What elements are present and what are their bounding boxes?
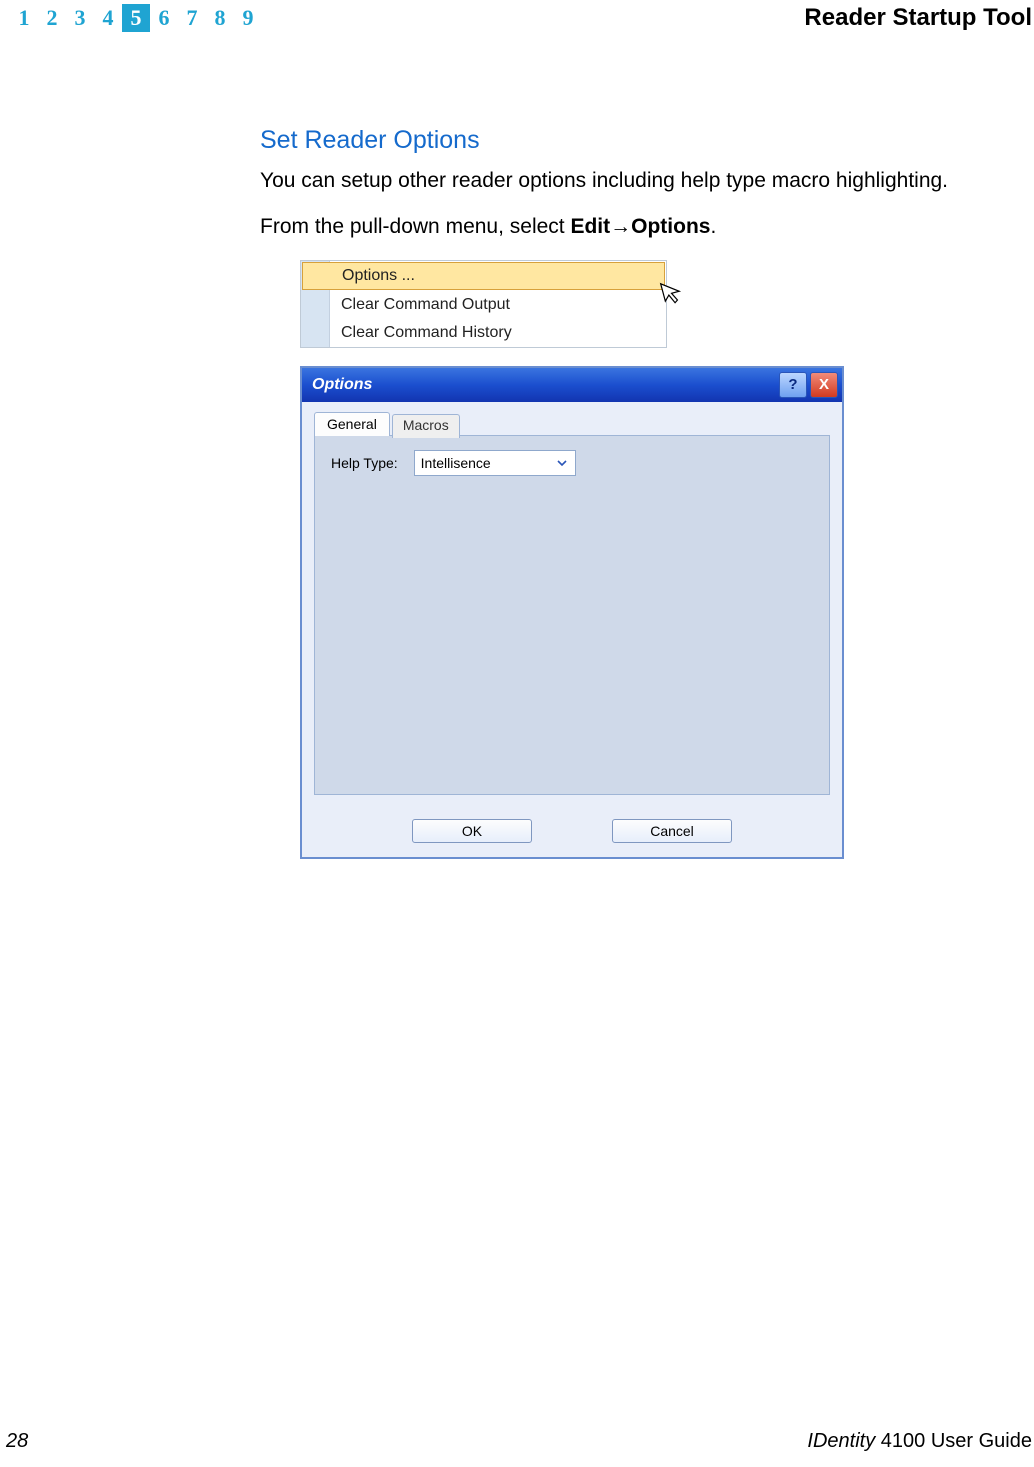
instruction-pre: From the pull-down menu, select: [260, 215, 570, 238]
chapter-link-6[interactable]: 6: [150, 4, 178, 32]
menu-item-clear-output[interactable]: Clear Command Output: [301, 291, 666, 319]
dialog-title: Options: [312, 376, 372, 394]
header-title: Reader Startup Tool: [804, 4, 1034, 32]
arrow-icon: →: [610, 215, 631, 238]
options-dialog: Options ? X General Macros Help Type: In…: [300, 366, 844, 859]
chapter-link-8[interactable]: 8: [206, 4, 234, 32]
intro-paragraph: You can setup other reader options inclu…: [260, 167, 1014, 195]
chevron-down-icon: [553, 454, 571, 472]
chapter-link-7[interactable]: 7: [178, 4, 206, 32]
dialog-tabs: General Macros: [314, 412, 830, 436]
guide-rest: 4100 User Guide: [875, 1430, 1032, 1452]
help-type-label: Help Type:: [331, 455, 398, 471]
instruction-post: .: [710, 215, 716, 238]
cancel-button[interactable]: Cancel: [612, 819, 732, 843]
titlebar-buttons: ? X: [779, 372, 838, 398]
chapter-link-1[interactable]: 1: [10, 4, 38, 32]
help-type-select[interactable]: Intellisence: [414, 450, 576, 476]
tab-macros[interactable]: Macros: [392, 414, 460, 438]
menu-item-options[interactable]: Options ...: [302, 262, 665, 290]
content-area: Set Reader Options You can setup other r…: [260, 126, 1014, 859]
titlebar-help-button[interactable]: ?: [779, 372, 807, 398]
chapter-link-4[interactable]: 4: [94, 4, 122, 32]
help-type-row: Help Type: Intellisence: [331, 450, 813, 476]
chapter-nav: 1 2 3 4 5 6 7 8 9: [10, 4, 262, 32]
instruction-paragraph: From the pull-down menu, select Edit→Opt…: [260, 213, 1014, 241]
page-header: 1 2 3 4 5 6 7 8 9 Reader Startup Tool: [0, 0, 1034, 36]
section-heading: Set Reader Options: [260, 126, 1014, 155]
chapter-link-2[interactable]: 2: [38, 4, 66, 32]
menu-item-clear-history[interactable]: Clear Command History: [301, 319, 666, 347]
page-number: 28: [6, 1430, 28, 1453]
chapter-link-5-active[interactable]: 5: [122, 4, 150, 32]
guide-title: IDentity 4100 User Guide: [807, 1430, 1032, 1453]
titlebar-close-button[interactable]: X: [810, 372, 838, 398]
ok-button[interactable]: OK: [412, 819, 532, 843]
tab-general[interactable]: General: [314, 412, 390, 436]
help-type-value: Intellisence: [421, 455, 491, 471]
tab-panel-general: Help Type: Intellisence: [314, 435, 830, 795]
chapter-link-3[interactable]: 3: [66, 4, 94, 32]
menu-options-label: Options: [631, 215, 710, 238]
dialog-titlebar: Options ? X: [302, 368, 842, 402]
dialog-body: General Macros Help Type: Intellisence: [302, 402, 842, 807]
page-footer: 28 IDentity 4100 User Guide: [0, 1430, 1034, 1453]
chapter-link-9[interactable]: 9: [234, 4, 262, 32]
dialog-footer: OK Cancel: [302, 807, 842, 857]
guide-brand: IDentity: [807, 1430, 875, 1452]
menu-edit-label: Edit: [570, 215, 610, 238]
edit-menu-dropdown: Options ... Clear Command Output Clear C…: [300, 260, 667, 348]
